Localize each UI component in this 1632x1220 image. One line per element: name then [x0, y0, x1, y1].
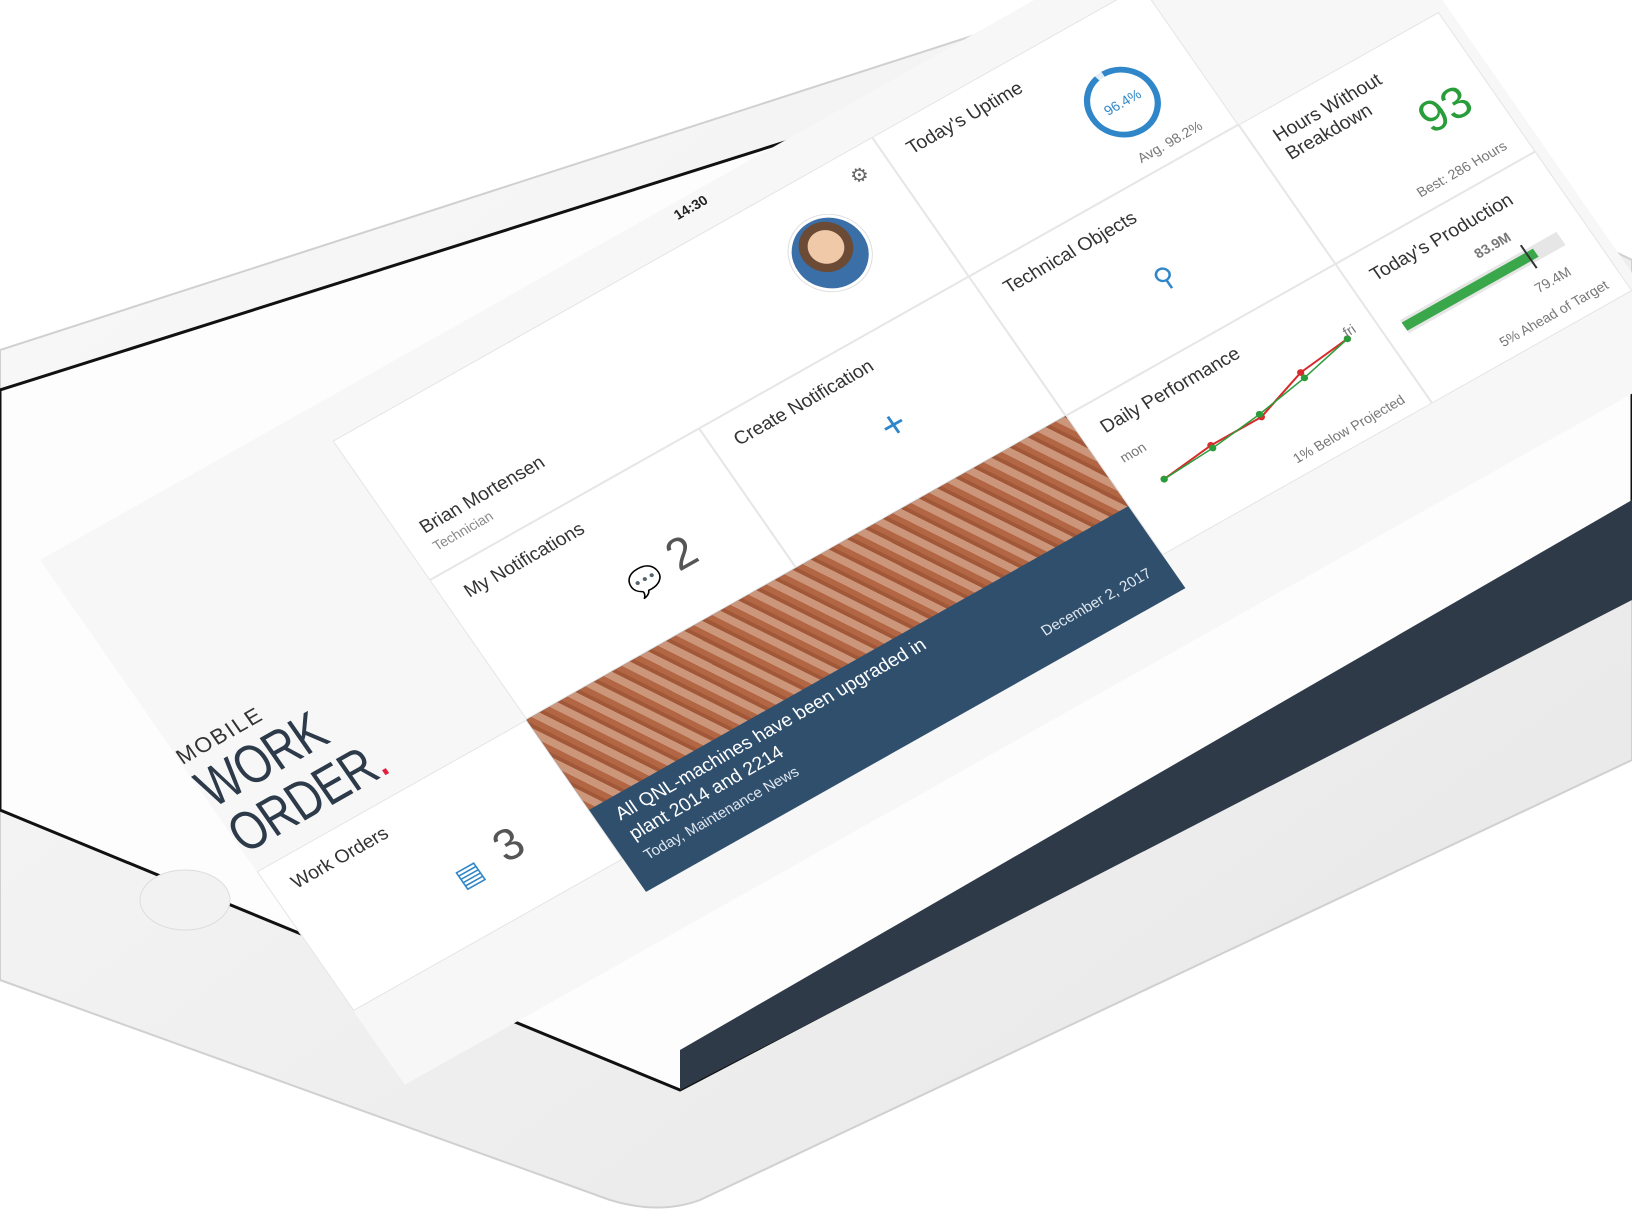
plus-icon: + — [870, 401, 917, 449]
avatar[interactable] — [772, 200, 888, 306]
my-notifications-count: 2 — [655, 525, 708, 581]
gear-icon[interactable]: ⚙ — [845, 161, 875, 190]
home-button — [139, 869, 231, 931]
work-order-icon: ▤ — [449, 855, 490, 894]
work-orders-count: 3 — [482, 816, 535, 872]
uptime-value: 96.4% — [1101, 86, 1145, 119]
perf-series-line-0 — [1163, 338, 1349, 480]
technical-objects-icon: ⚲ — [1146, 259, 1183, 296]
notification-icon: 💬 — [621, 559, 670, 603]
perf-series-line-1 — [1163, 338, 1349, 480]
news-date: December 2, 2017 — [1037, 565, 1155, 640]
hours-title: Hours Without Breakdown — [1269, 69, 1387, 165]
